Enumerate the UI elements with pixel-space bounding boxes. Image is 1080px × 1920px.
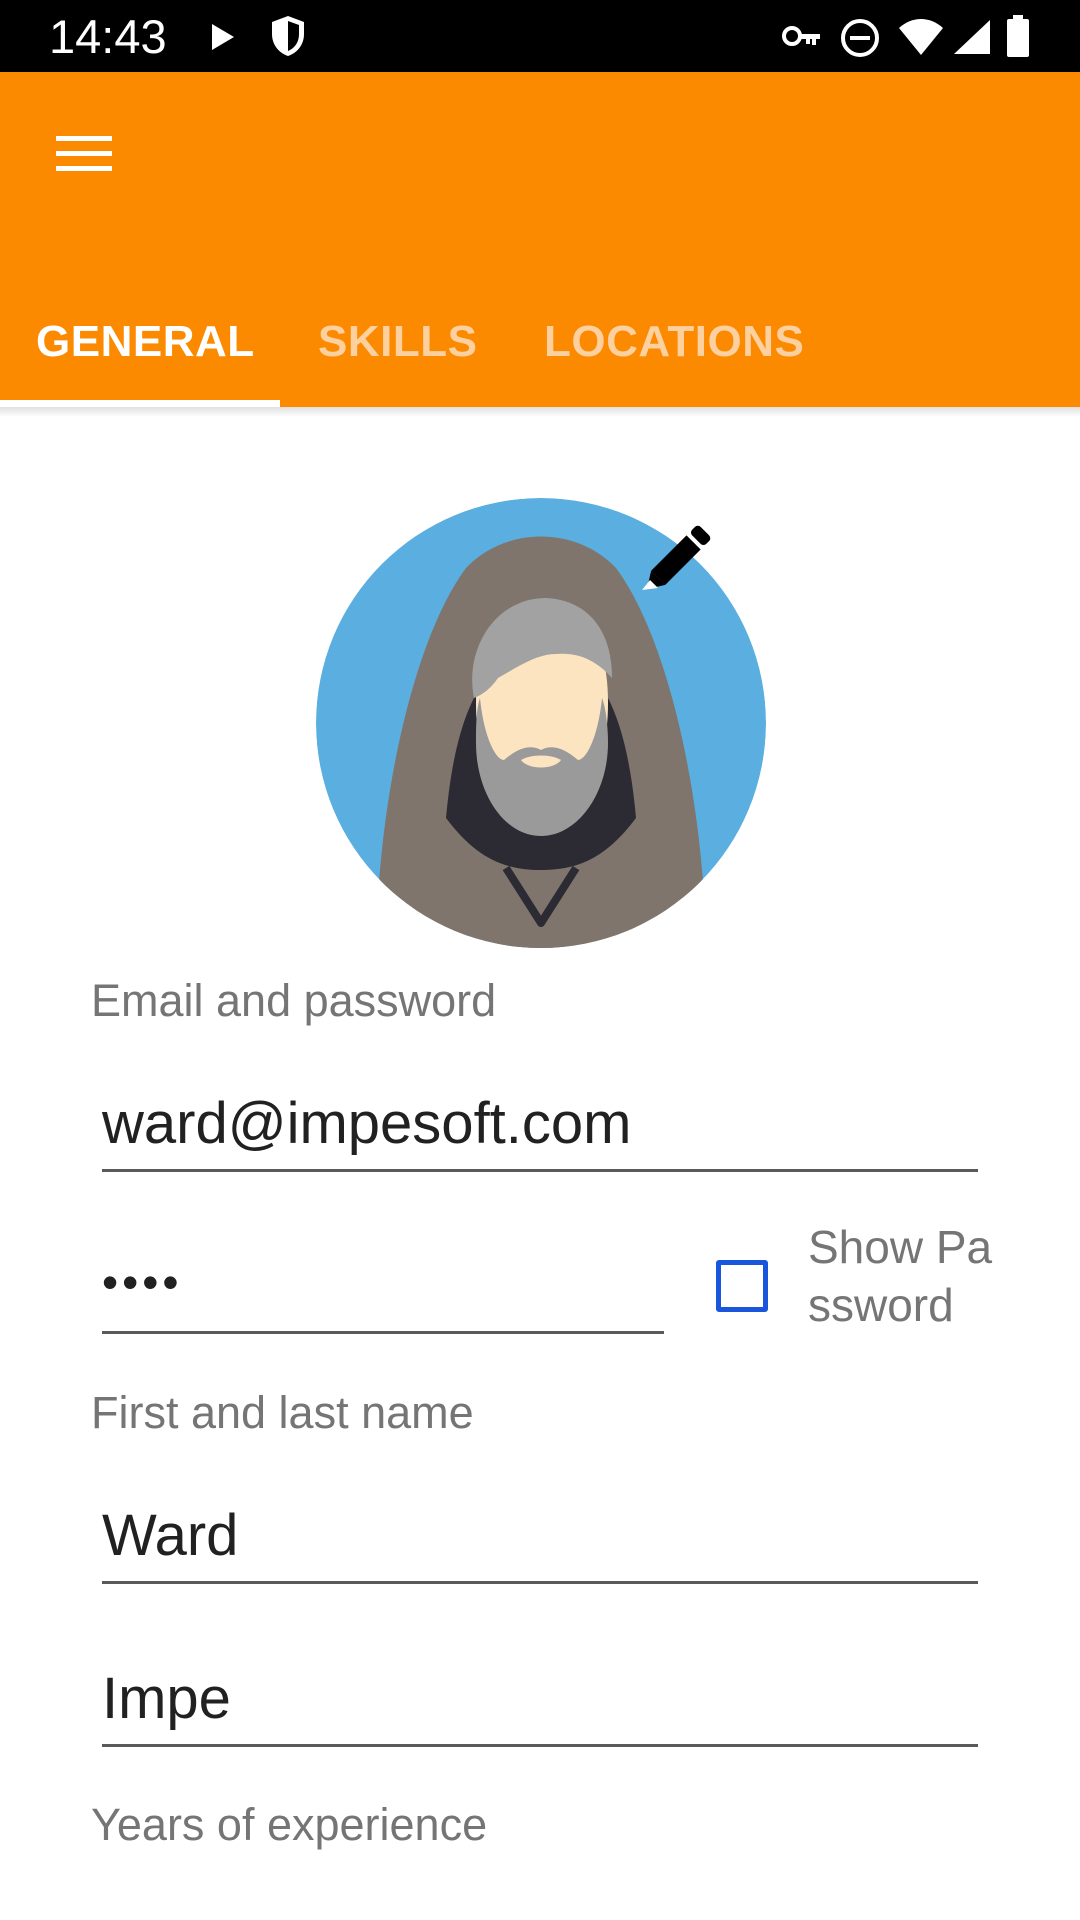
last-name-value: Impe: [102, 1666, 231, 1731]
do-not-disturb-icon: [840, 18, 880, 63]
wifi-icon: [898, 18, 944, 61]
last-name-field[interactable]: Impe: [102, 1657, 978, 1747]
tab-label: GENERAL: [36, 317, 255, 366]
tab-indicator: [0, 400, 280, 407]
first-name-field[interactable]: Ward: [102, 1494, 978, 1584]
pencil-icon: [642, 525, 711, 590]
password-value: ••••: [102, 1256, 183, 1308]
tab-locations[interactable]: LOCATIONS: [544, 278, 804, 406]
first-name-value: Ward: [102, 1503, 239, 1568]
menu-button[interactable]: [40, 112, 128, 200]
signal-icon: [952, 18, 992, 61]
experience-section-label: Years of experience: [91, 1799, 488, 1850]
name-section-label: First and last name: [91, 1387, 474, 1438]
status-bar: 14:43: [0, 0, 1080, 72]
password-field[interactable]: ••••: [102, 1244, 664, 1334]
status-time: 14:43: [49, 10, 167, 63]
vpn-key-icon: [782, 24, 822, 53]
tab-skills[interactable]: SKILLS: [318, 278, 477, 406]
app-bar: GENERAL SKILLS LOCATIONS: [0, 72, 1080, 407]
email-field[interactable]: ward@impesoft.com: [102, 1082, 978, 1172]
app-bar-shadow: [0, 407, 1080, 417]
shield-icon: [268, 14, 308, 63]
hamburger-menu-icon: [56, 134, 112, 179]
battery-icon: [1006, 14, 1030, 63]
email-section-label: Email and password: [91, 975, 497, 1026]
play-icon: [210, 22, 236, 57]
tab-label: SKILLS: [318, 317, 478, 366]
show-password-label[interactable]: Show Password: [808, 1218, 998, 1334]
edit-avatar-button[interactable]: [628, 508, 728, 608]
show-password-checkbox[interactable]: [716, 1260, 768, 1312]
tab-general[interactable]: GENERAL: [36, 278, 255, 406]
email-value: ward@impesoft.com: [102, 1091, 632, 1156]
tab-label: LOCATIONS: [544, 317, 805, 366]
